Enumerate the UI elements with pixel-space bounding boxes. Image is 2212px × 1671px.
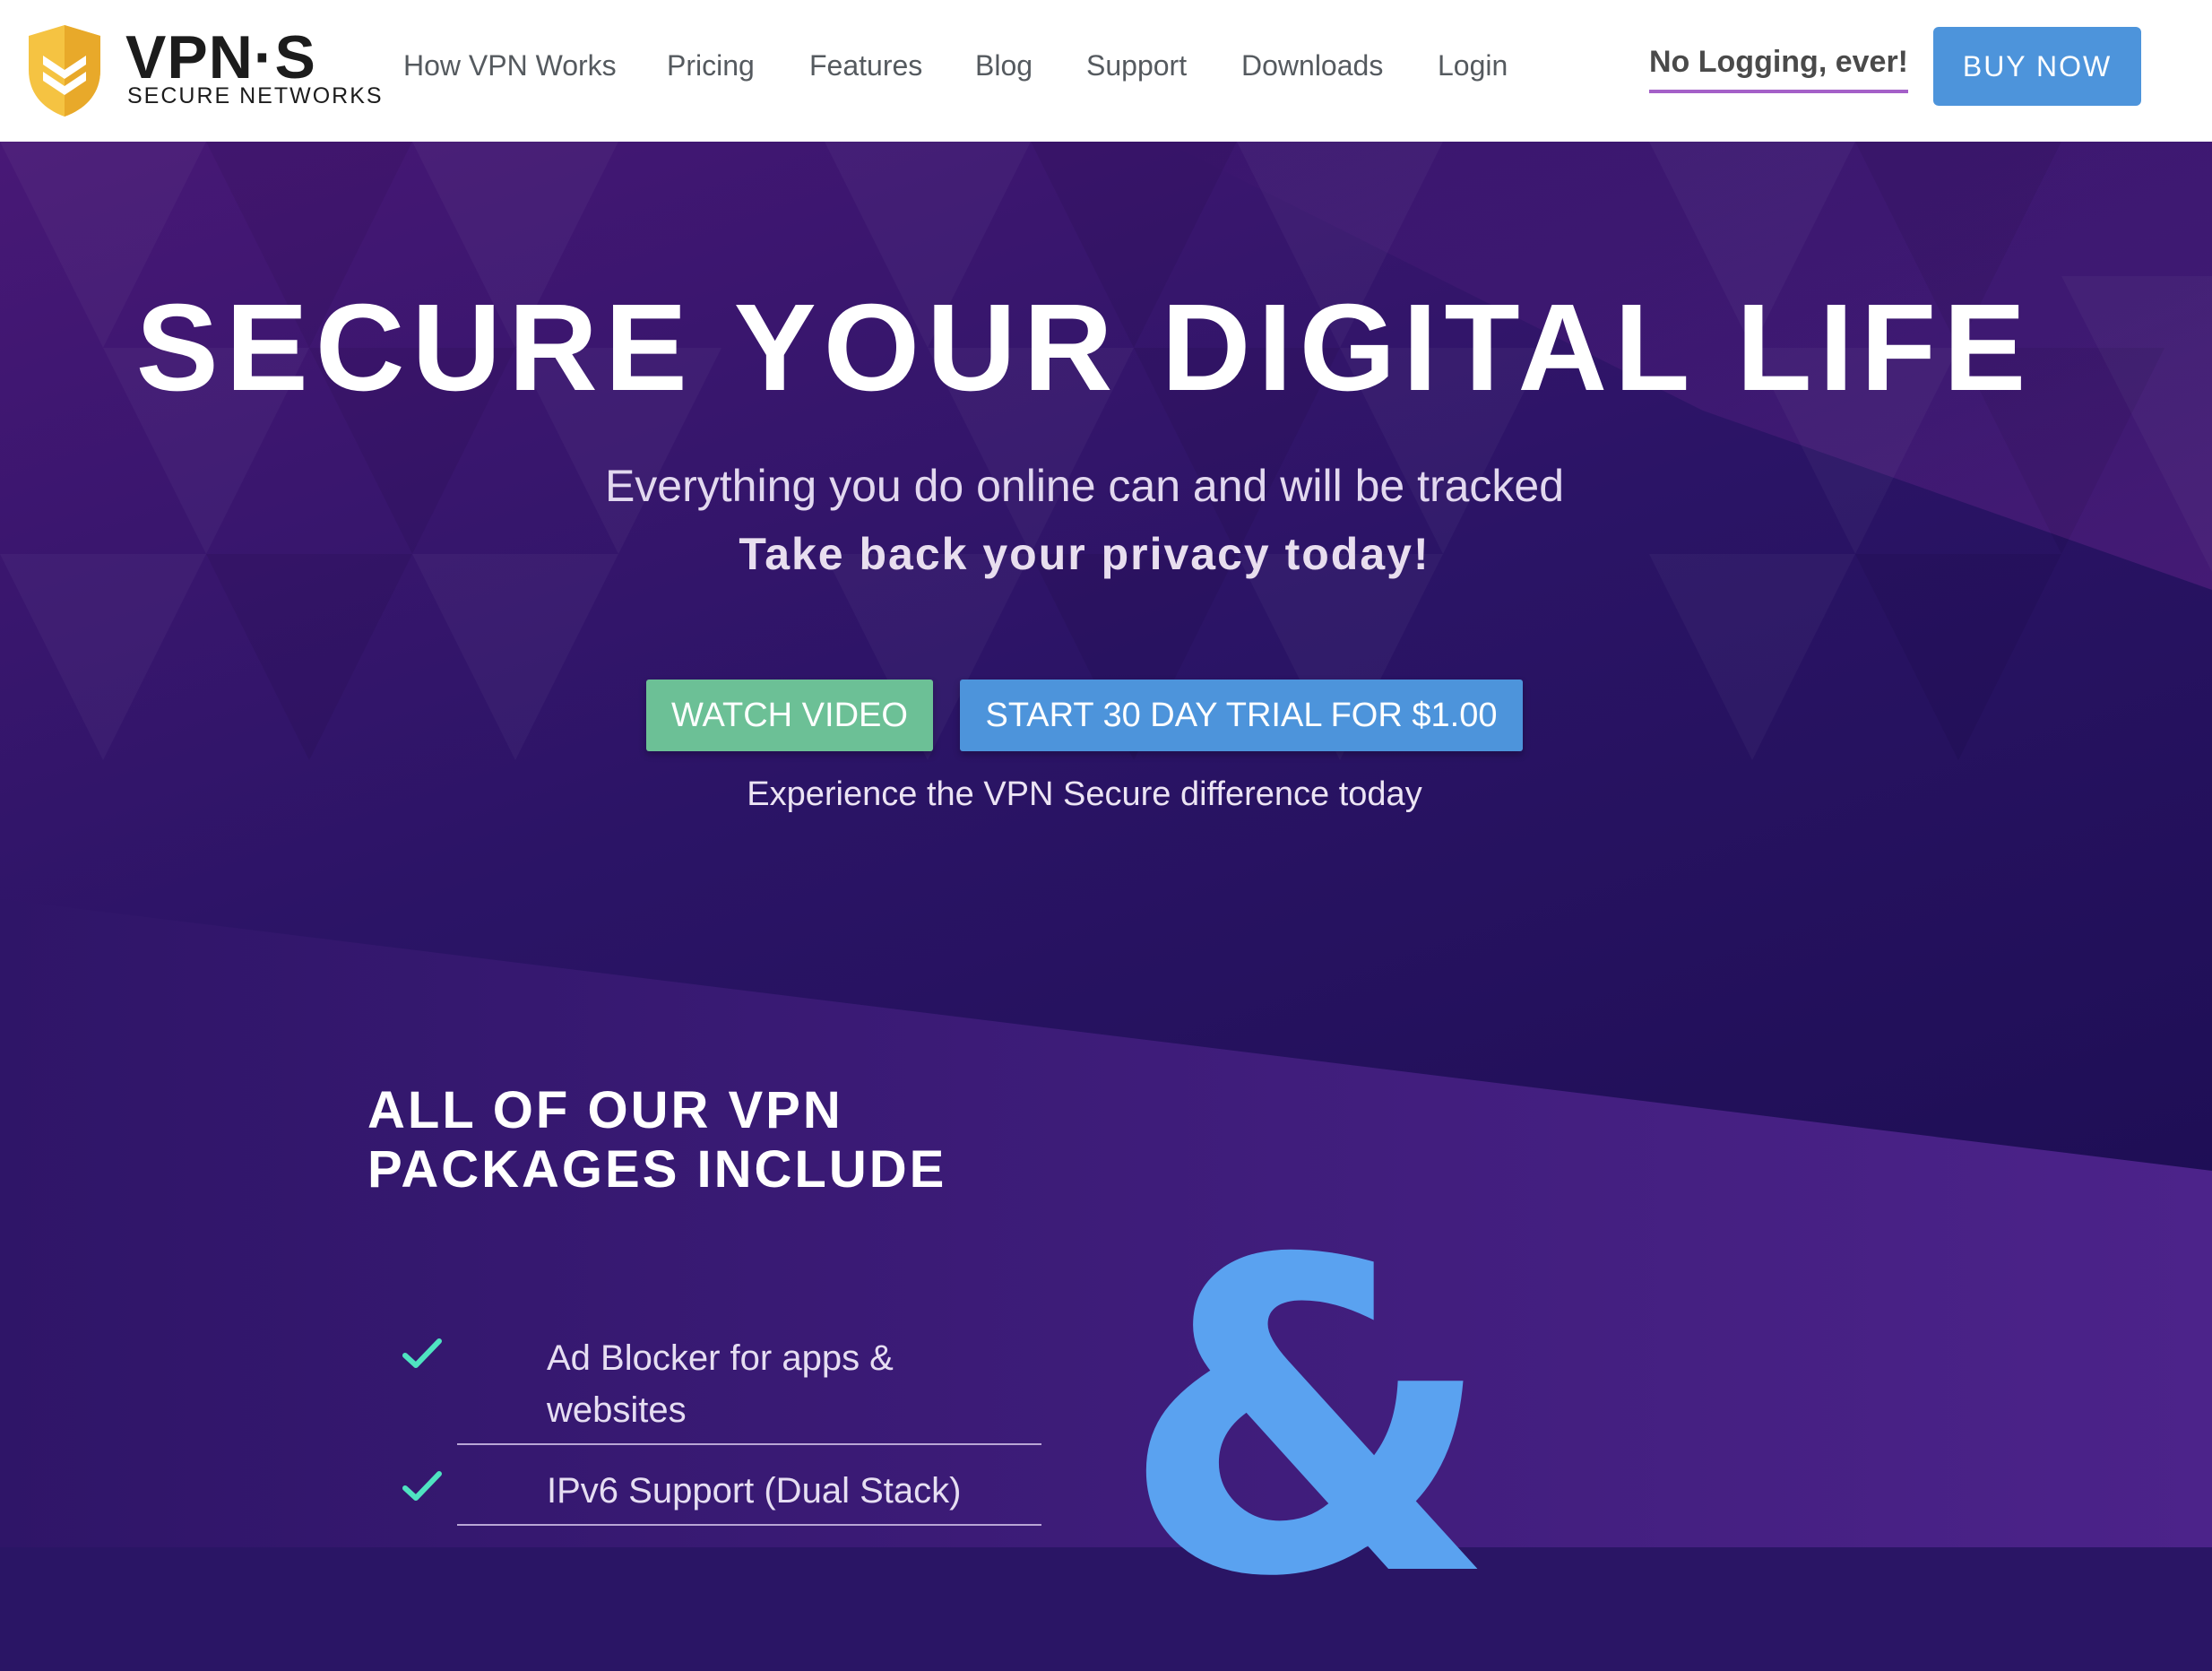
nav-blog[interactable]: Blog	[975, 43, 1033, 88]
no-logging-link[interactable]: No Logging, ever!	[1649, 39, 1908, 93]
hero-subtitle: Everything you do online can and will be…	[604, 461, 1565, 511]
watch-video-button[interactable]: WATCH VIDEO	[646, 680, 933, 751]
packages-heading: ALL OF OUR VPN PACKAGES INCLUDE	[367, 1081, 1084, 1199]
checkmark-icon	[402, 1338, 442, 1368]
shield-chevron-icon	[29, 25, 100, 117]
packages-heading-line1: ALL OF OUR VPN	[367, 1081, 843, 1139]
nav-downloads[interactable]: Downloads	[1241, 43, 1383, 88]
hero-title: SECURE YOUR DIGITAL LIFE	[135, 279, 2034, 417]
nav-login[interactable]: Login	[1438, 43, 1508, 88]
ampersand-graphic: &	[1120, 1170, 1496, 1671]
nav-pricing[interactable]: Pricing	[667, 43, 755, 88]
checkmark-icon	[402, 1471, 442, 1501]
buy-now-button[interactable]: BUY NOW	[1933, 27, 2141, 106]
feature-label: IPv6 Support (Dual Stack)	[547, 1471, 962, 1511]
site-header: VPN·S SECURE NETWORKS How VPN Works Pric…	[0, 0, 2212, 142]
brand-tagline: SECURE NETWORKS	[127, 83, 384, 108]
nav-support[interactable]: Support	[1086, 43, 1187, 88]
feature-item-ad-blocker: Ad Blocker for apps & websites	[402, 1332, 1041, 1445]
hero-subtitle-bold: Take back your privacy today!	[739, 529, 1430, 579]
packages-heading-line2: PACKAGES INCLUDE	[367, 1140, 947, 1199]
start-trial-button[interactable]: START 30 DAY TRIAL FOR $1.00	[960, 680, 1523, 751]
site-logo[interactable]: VPN·S SECURE NETWORKS	[25, 23, 382, 120]
brand-name: VPN·S	[125, 23, 316, 91]
feature-item-ipv6: IPv6 Support (Dual Stack)	[402, 1465, 1041, 1526]
hero-note: Experience the VPN Secure difference tod…	[747, 775, 1422, 813]
nav-features[interactable]: Features	[809, 43, 922, 88]
feature-label: Ad Blocker for apps & websites	[547, 1338, 894, 1430]
nav-how-vpn-works[interactable]: How VPN Works	[403, 43, 617, 88]
